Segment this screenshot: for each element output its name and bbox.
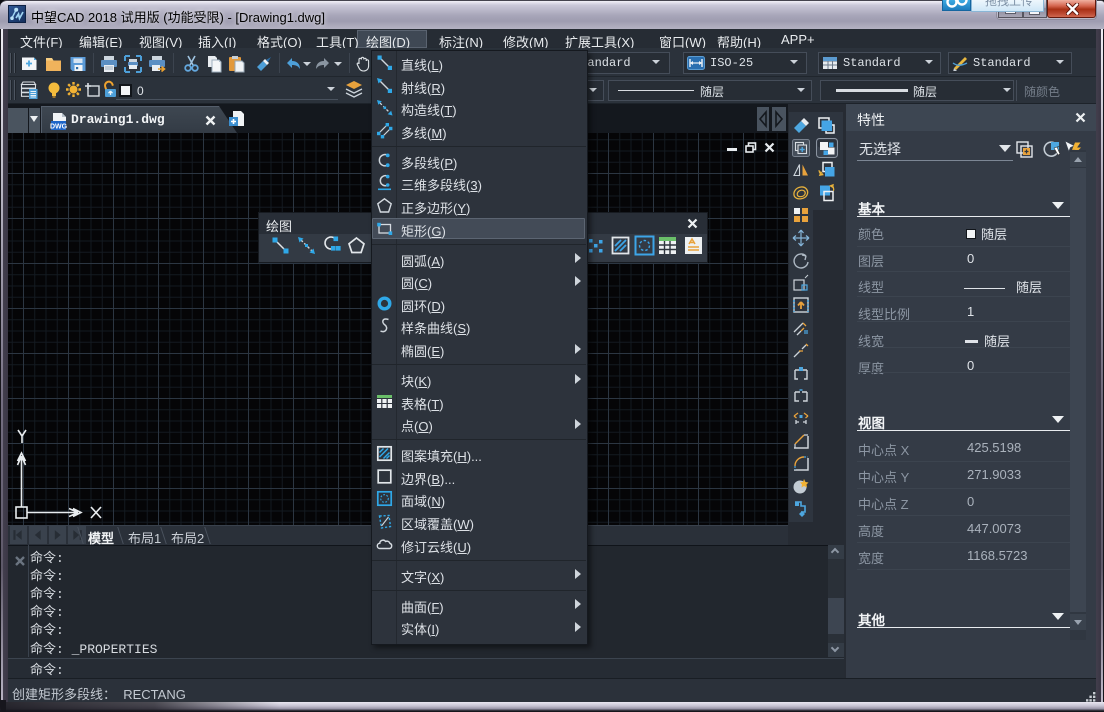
svg-text:DWG: DWG [50,124,68,131]
